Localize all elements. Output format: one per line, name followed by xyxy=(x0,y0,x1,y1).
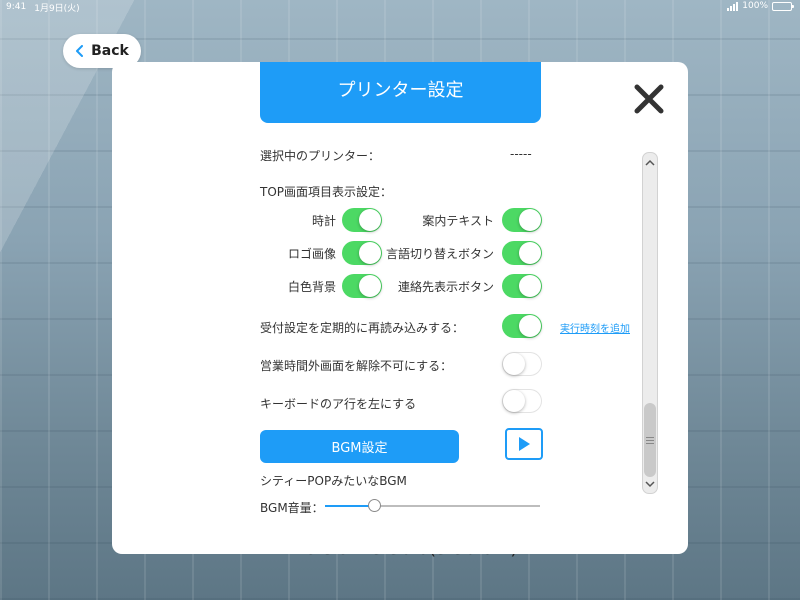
play-button[interactable] xyxy=(505,428,543,460)
periodic-reload-label: 受付設定を定期的に再読み込みする： xyxy=(260,321,465,335)
guide-text-toggle[interactable] xyxy=(502,208,542,232)
scroll-down-button[interactable] xyxy=(643,477,657,491)
white-background-toggle[interactable] xyxy=(342,274,382,298)
after-hours-lock-toggle[interactable] xyxy=(502,352,542,376)
bgm-volume-label: BGM音量： xyxy=(260,501,324,515)
battery-percent: 100% xyxy=(742,1,768,11)
scroll-thumb[interactable] xyxy=(644,403,656,477)
scrollbar[interactable] xyxy=(642,152,658,494)
signal-icon xyxy=(727,1,739,11)
after-hours-lock-label: 営業時間外画面を解除不可にする： xyxy=(260,359,453,373)
language-button-toggle[interactable] xyxy=(502,241,542,265)
selected-printer-label: 選択中のプリンター： xyxy=(260,149,381,163)
back-label: Back xyxy=(91,43,129,59)
status-right: 100% xyxy=(727,1,794,11)
guide-text-label: 案内テキスト xyxy=(422,214,494,228)
add-execution-time-link[interactable]: 実行時刻を追加 xyxy=(560,320,630,335)
bgm-settings-button[interactable]: BGM設定 xyxy=(260,430,459,463)
bgm-volume-slider[interactable] xyxy=(325,499,540,512)
white-background-label: 白色背景 xyxy=(287,280,336,294)
battery-icon xyxy=(772,1,794,11)
contact-button-label: 連絡先表示ボタン xyxy=(397,280,494,294)
status-time: 9:41 xyxy=(6,2,27,12)
modal-title: プリンター設定 xyxy=(337,79,464,101)
logo-image-toggle[interactable] xyxy=(342,241,382,265)
close-icon[interactable] xyxy=(632,82,666,116)
chevron-down-icon xyxy=(645,480,655,487)
selected-printer-value: ----- xyxy=(510,147,532,161)
language-button-label: 言語切り替えボタン xyxy=(385,247,494,261)
printer-settings-modal: プリンター設定 選択中のプリンター： ----- TOP画面項目表示設定： 時計… xyxy=(112,62,688,554)
periodic-reload-toggle[interactable] xyxy=(502,314,542,338)
play-icon xyxy=(519,437,530,451)
bgm-volume-fill xyxy=(325,505,375,507)
clock-toggle[interactable] xyxy=(342,208,382,232)
bgm-name: シティーPOPみたいなBGM xyxy=(260,474,407,488)
status-date: 1月9日(火) xyxy=(34,3,80,14)
scroll-up-button[interactable] xyxy=(643,155,657,169)
printer-settings-title-button[interactable]: プリンター設定 xyxy=(260,62,541,123)
bgm-volume-thumb[interactable] xyxy=(368,499,382,512)
logo-image-label: ロゴ画像 xyxy=(287,247,336,261)
bgm-settings-label: BGM設定 xyxy=(331,441,388,456)
chevron-left-icon xyxy=(76,45,84,57)
status-bar: 9:41 1月9日(火) 100% xyxy=(0,0,800,14)
contact-button-toggle[interactable] xyxy=(502,274,542,298)
top-display-settings-label: TOP画面項目表示設定： xyxy=(260,185,393,199)
keyboard-left-toggle[interactable] xyxy=(502,389,542,413)
chevron-up-icon xyxy=(645,159,655,166)
clock-label: 時計 xyxy=(311,214,336,228)
keyboard-left-label: キーボードのア行を左にする xyxy=(260,397,417,411)
